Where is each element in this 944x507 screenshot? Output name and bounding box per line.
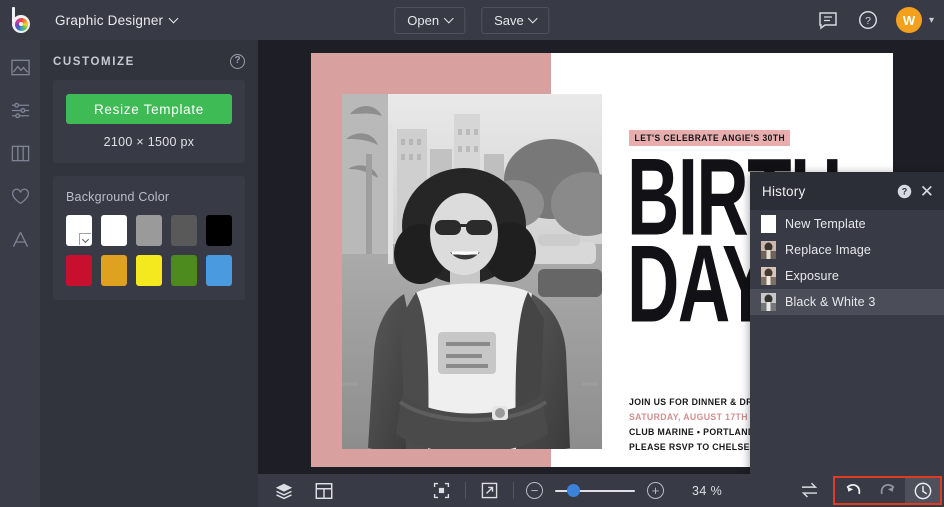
history-item-label: Replace Image <box>785 243 871 257</box>
fit-to-screen-icon[interactable] <box>430 479 453 502</box>
sidebar-item-layouts[interactable] <box>3 138 37 168</box>
zoom-controls: − + 34 % <box>430 479 722 502</box>
sidebar-item-text[interactable] <box>3 224 37 254</box>
open-label: Open <box>407 13 439 28</box>
divider <box>513 482 514 499</box>
help-circle-icon[interactable]: ? <box>230 54 245 69</box>
customize-panel: CUSTOMIZE ? Resize Template 2100 × 1500 … <box>40 40 258 507</box>
swatch-crimson[interactable] <box>66 255 92 286</box>
swatch-orange[interactable] <box>101 255 127 286</box>
comment-icon[interactable] <box>816 9 840 32</box>
history-header: History ? ✕ <box>750 172 944 210</box>
topbar-right-actions: ? W ▾ <box>816 7 934 33</box>
chevron-down-icon <box>444 13 454 23</box>
history-item-black-and-white-3[interactable]: Black & White 3 <box>750 289 944 315</box>
favorites-heart-icon <box>10 186 31 207</box>
background-color-card: Background Color <box>53 176 245 300</box>
zoom-in-button[interactable]: + <box>647 482 664 499</box>
compare-swap-icon[interactable] <box>786 482 833 499</box>
image-icon <box>10 57 31 78</box>
bottom-bar: − + 34 % <box>258 474 944 507</box>
document-title-label: Graphic Designer <box>55 13 163 28</box>
divider <box>465 482 466 499</box>
zoom-level-value: 34 % <box>692 484 722 498</box>
swatch-dark-gray[interactable] <box>171 215 197 246</box>
save-label: Save <box>494 13 524 28</box>
grid-layout-icon[interactable] <box>312 479 336 503</box>
resize-card: Resize Template 2100 × 1500 px <box>53 80 245 163</box>
swatch-white[interactable] <box>101 215 127 246</box>
layers-icon[interactable] <box>272 479 296 503</box>
bottom-right-tools <box>786 476 944 505</box>
zoom-slider[interactable] <box>555 484 635 498</box>
swatch-black[interactable] <box>206 215 232 246</box>
avatar-initial: W <box>903 13 915 28</box>
template-dimensions: 2100 × 1500 px <box>66 135 232 149</box>
swatch-row-neutrals <box>66 215 232 246</box>
top-bar: Graphic Designer Open Save ? W ▾ <box>0 0 944 40</box>
history-thumbnail <box>761 267 776 285</box>
swatch-blue[interactable] <box>206 255 232 286</box>
close-icon[interactable]: ✕ <box>920 183 934 200</box>
history-item-label: Black & White 3 <box>785 295 875 309</box>
history-clock-icon[interactable] <box>905 478 940 503</box>
history-list: New Template Replace Image Exposure Blac… <box>750 210 944 315</box>
page-title: CUSTOMIZE <box>53 56 135 68</box>
zoom-out-button[interactable]: − <box>526 482 543 499</box>
history-controls-highlight <box>833 476 942 505</box>
text-icon <box>10 229 31 250</box>
swatch-yellow[interactable] <box>136 255 162 286</box>
swatch-row-colors <box>66 255 232 286</box>
history-panel: History ? ✕ New Template Replace Image E… <box>750 172 944 474</box>
avatar[interactable]: W <box>896 7 922 33</box>
app-root: Graphic Designer Open Save ? W ▾ <box>0 0 944 507</box>
svg-text:?: ? <box>902 186 908 196</box>
background-color-label: Background Color <box>66 190 232 204</box>
swatch-green[interactable] <box>171 255 197 286</box>
history-title: History <box>762 184 889 199</box>
save-button[interactable]: Save <box>481 7 550 34</box>
swatch-gray[interactable] <box>136 215 162 246</box>
layouts-icon <box>10 143 31 164</box>
history-thumbnail <box>761 215 776 233</box>
history-item-new-template[interactable]: New Template <box>750 211 944 237</box>
zoom-slider-knob[interactable] <box>567 484 580 497</box>
document-title-dropdown[interactable]: Graphic Designer <box>44 7 188 33</box>
customize-header: CUSTOMIZE ? <box>53 54 245 69</box>
bottom-left-tools <box>258 479 336 503</box>
swatch-white-picker[interactable] <box>66 215 92 246</box>
history-item-label: New Template <box>785 217 866 231</box>
history-thumbnail <box>761 241 776 259</box>
history-item-replace-image[interactable]: Replace Image <box>750 237 944 263</box>
open-button[interactable]: Open <box>394 7 465 34</box>
question-circle-icon[interactable]: ? <box>856 8 880 32</box>
redo-arrow-icon[interactable] <box>870 478 905 503</box>
resize-template-button[interactable]: Resize Template <box>66 94 232 124</box>
sidebar-item-image[interactable] <box>3 52 37 82</box>
history-item-label: Exposure <box>785 269 839 283</box>
sidebar-item-favorites[interactable] <box>3 181 37 211</box>
history-thumbnail <box>761 293 776 311</box>
sidebar-item-adjust[interactable] <box>3 95 37 125</box>
topbar-center-actions: Open Save <box>394 7 549 34</box>
expand-arrow-icon[interactable] <box>478 479 501 502</box>
svg-text:?: ? <box>865 15 871 27</box>
colorwheel-b-logo-icon <box>9 6 35 34</box>
left-tool-rail <box>0 40 40 507</box>
chevron-down-icon <box>169 13 179 23</box>
account-chevron-down-icon[interactable]: ▾ <box>929 15 934 26</box>
design-photo[interactable] <box>342 94 602 449</box>
adjust-sliders-icon <box>10 100 31 121</box>
app-logo[interactable] <box>0 0 44 40</box>
history-item-exposure[interactable]: Exposure <box>750 263 944 289</box>
help-circle-icon: ? <box>897 184 912 199</box>
chevron-down-icon <box>528 13 538 23</box>
undo-arrow-icon[interactable] <box>835 478 870 503</box>
